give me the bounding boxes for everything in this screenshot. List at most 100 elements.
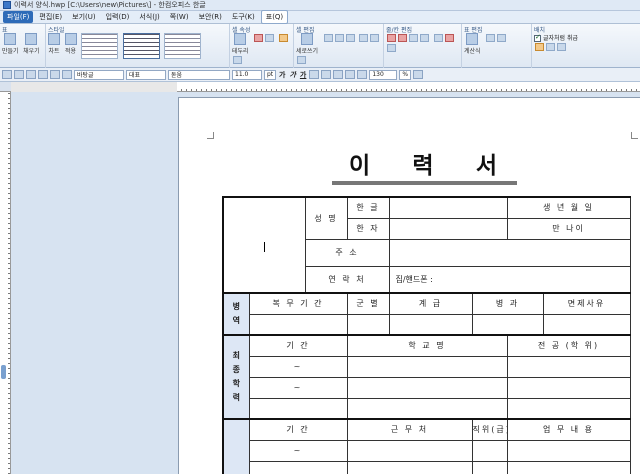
military-rank-cell[interactable] (388, 313, 473, 336)
phone-cell[interactable]: 집/핸드폰 : (388, 265, 631, 294)
menu-format[interactable]: 서식(J) (135, 11, 163, 23)
ribbon-group-label: 표 편집 (464, 27, 483, 33)
edu-school-cell[interactable] (346, 376, 508, 399)
save-icon[interactable] (26, 70, 36, 79)
back-icon[interactable] (557, 43, 566, 51)
align-middle-icon[interactable] (334, 34, 344, 42)
cell-bg-icon[interactable] (278, 34, 288, 42)
career-period-cell[interactable] (248, 460, 348, 474)
justify-icon[interactable] (357, 70, 368, 79)
font-lang-select[interactable]: 대표 (126, 69, 166, 80)
zoom-input[interactable]: 130 (369, 69, 398, 80)
table-style-preset-2[interactable] (122, 33, 160, 59)
view-icon[interactable] (413, 70, 424, 79)
distribute-icon[interactable] (387, 44, 396, 52)
print-icon[interactable] (38, 70, 48, 79)
table-style-preset-1[interactable] (81, 33, 119, 59)
merge-cells-icon[interactable] (359, 34, 369, 42)
edu-period-cell[interactable]: ~ (248, 355, 348, 378)
hangul-label: 한 글 (346, 196, 390, 219)
treat-as-char-option[interactable]: 글자처럼 취급 (534, 33, 638, 42)
align-bottom-icon[interactable] (345, 34, 355, 42)
menu-security[interactable]: 보안(R) (195, 11, 226, 23)
font-size-unit[interactable]: pt (264, 69, 276, 80)
menu-edit[interactable]: 편집(E) (35, 11, 66, 23)
table-props-icon[interactable] (497, 34, 507, 42)
menu-insert[interactable]: 입력(D) (102, 11, 134, 23)
menu-table[interactable]: 표(Q) (260, 10, 289, 24)
career-workplace-cell[interactable] (346, 460, 473, 474)
italic-button[interactable]: 가 (288, 70, 296, 80)
career-position-cell[interactable] (471, 439, 508, 462)
career-position-cell[interactable] (471, 460, 508, 474)
vertical-text-button[interactable]: 세로쓰기 (296, 33, 318, 55)
zoom-unit[interactable]: % (399, 69, 412, 80)
delete-col-icon[interactable] (420, 34, 429, 42)
line-style-icon[interactable] (265, 34, 275, 42)
menu-view[interactable]: 보기(U) (68, 11, 99, 23)
edu-major-cell[interactable] (506, 355, 631, 378)
hanja-name-cell[interactable] (388, 217, 508, 240)
redo-icon[interactable] (62, 70, 72, 79)
open-icon[interactable] (14, 70, 24, 79)
edu-major-cell[interactable] (506, 376, 631, 399)
treat-as-char-checkbox[interactable] (534, 33, 541, 42)
insert-col-icon[interactable] (398, 34, 407, 42)
font-size-input[interactable]: 11.0 (232, 69, 262, 80)
military-exemption-cell[interactable] (542, 313, 631, 336)
chart-button[interactable]: 차트 (48, 33, 60, 55)
table-style-preset-3[interactable] (164, 33, 202, 59)
address-cell[interactable] (388, 238, 631, 267)
apply-options-button[interactable]: 적용 (64, 33, 77, 55)
underline-button[interactable]: 가 (299, 70, 307, 80)
cell-size-icon[interactable] (297, 56, 306, 64)
edu-major-cell[interactable] (506, 397, 631, 420)
photo-cell[interactable] (222, 196, 306, 294)
military-branch-cell[interactable] (346, 313, 390, 336)
col-width-icon[interactable] (444, 34, 454, 42)
insert-row-icon[interactable] (387, 34, 396, 42)
career-duties-cell[interactable] (506, 460, 631, 474)
vertical-ruler[interactable] (0, 82, 11, 474)
align-right-icon[interactable] (345, 70, 356, 79)
career-workplace-cell[interactable] (346, 439, 473, 462)
align-left-icon[interactable] (321, 70, 332, 79)
menu-file[interactable]: 파일(F) (3, 11, 34, 23)
font-select[interactable]: 돋움 (168, 69, 230, 80)
document-page[interactable]: 이 력 서 성 명 한 글 생 년 월 일 한 자 만 나이 주 소 연 락 처… (178, 97, 640, 474)
border-button[interactable]: 테두리 (232, 33, 249, 55)
font-color-icon[interactable] (309, 70, 320, 79)
horizontal-ruler[interactable] (11, 82, 640, 92)
career-header-workplace: 근 무 처 (346, 418, 473, 441)
wrap-icon[interactable] (535, 43, 544, 51)
military-specialty-cell[interactable] (471, 313, 544, 336)
edu-school-cell[interactable] (346, 397, 508, 420)
row-height-icon[interactable] (433, 34, 443, 42)
career-duties-cell[interactable] (506, 439, 631, 462)
delete-row-icon[interactable] (409, 34, 418, 42)
align-top-icon[interactable] (323, 34, 333, 42)
align-center-icon[interactable] (333, 70, 344, 79)
hangul-name-cell[interactable] (388, 196, 508, 219)
front-icon[interactable] (546, 43, 555, 51)
bold-button[interactable]: 가 (278, 70, 286, 80)
edu-period-cell[interactable] (248, 397, 348, 420)
pen-color-icon[interactable] (254, 34, 264, 42)
fill-button[interactable]: 채우기 (23, 33, 40, 55)
sort-icon[interactable] (486, 34, 496, 42)
create-table-button[interactable]: 만들기 (2, 33, 19, 55)
military-period-cell[interactable] (248, 313, 348, 336)
new-doc-icon[interactable] (2, 70, 12, 79)
edu-period-cell[interactable]: ~ (248, 376, 348, 399)
formula-button[interactable]: 계산식 (464, 33, 481, 55)
style-select[interactable]: 바탕글 (74, 69, 124, 80)
edu-school-cell[interactable] (346, 355, 508, 378)
menu-tools[interactable]: 도구(K) (228, 11, 259, 23)
hwp-app-icon (3, 1, 11, 9)
menu-page[interactable]: 쪽(W) (166, 11, 193, 23)
cell-shade-icon[interactable] (233, 56, 242, 64)
undo-icon[interactable] (50, 70, 60, 79)
career-period-cell[interactable]: ~ (248, 439, 348, 462)
ruler-handle[interactable] (1, 365, 6, 379)
split-cells-icon[interactable] (370, 34, 380, 42)
